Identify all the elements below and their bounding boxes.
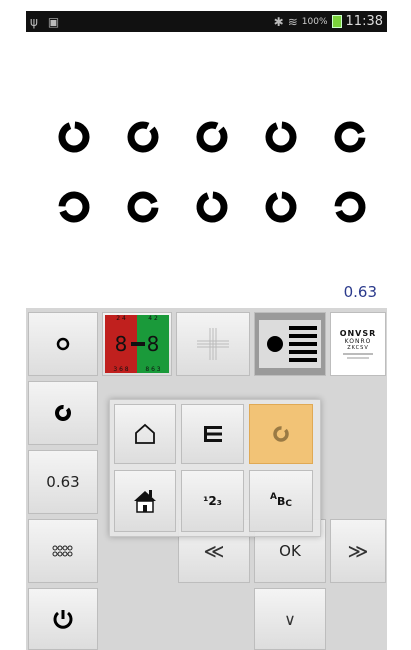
- red-top-digits: 2 4: [116, 315, 126, 322]
- previous-arrow-icon: ≪: [203, 539, 225, 563]
- red-green-test-tile[interactable]: 2 4 8 3 6 8 4 2 8 8 6 3: [102, 312, 172, 376]
- home-icon: [135, 423, 155, 444]
- letter-row-5: [347, 357, 369, 359]
- children-pictures-button[interactable]: [114, 470, 176, 532]
- letters-icon-b: B: [276, 494, 286, 508]
- down-button[interactable]: ∨: [254, 588, 326, 650]
- status-bar: ψ ▣ ✱ ≋ 100% 11:38: [26, 11, 387, 32]
- chevron-down-icon: ∨: [284, 609, 296, 629]
- ring-icon: [55, 405, 71, 421]
- red-digit: 8: [114, 332, 128, 356]
- red-bottom-digits: 3 6 8: [113, 366, 129, 373]
- acuity-button-label: 0.63: [46, 473, 80, 491]
- clock: 11:38: [345, 14, 383, 29]
- green-bottom-digits: 8 6 3: [145, 366, 161, 373]
- letters-icon-a: A: [270, 492, 277, 502]
- battery-icon: [331, 15, 342, 28]
- dot-lines-test-tile[interactable]: [254, 312, 326, 376]
- letter-e-icon: [203, 426, 222, 442]
- green-digit: 8: [146, 332, 160, 356]
- landolt-ring-icon: [265, 191, 297, 223]
- ring-grid-icon: [52, 545, 73, 557]
- cross-test-tile[interactable]: [176, 312, 250, 376]
- acuity-value: 0.63: [343, 283, 377, 301]
- wifi-icon: ≋: [287, 14, 298, 29]
- acuity-button[interactable]: 0.63: [28, 450, 98, 514]
- bluetooth-icon: ✱: [273, 14, 284, 29]
- optotype-ring-tile[interactable]: [28, 312, 98, 376]
- landolt-ring-button[interactable]: [249, 404, 313, 464]
- next-arrow-icon: ≫: [347, 539, 369, 563]
- power-icon: [53, 610, 73, 629]
- multi-ring-button[interactable]: [28, 519, 98, 583]
- landolt-ring-icon: [334, 121, 366, 153]
- letter-row-2: KONRO: [344, 338, 372, 345]
- letters-button[interactable]: A B C: [249, 470, 313, 532]
- next-button[interactable]: ≫: [330, 519, 386, 583]
- battery-percent: 100%: [301, 16, 328, 27]
- red-green-panel: 2 4 8 3 6 8 4 2 8 8 6 3: [105, 315, 169, 373]
- letter-row-1: ONVSR: [339, 329, 377, 338]
- image-notification-icon: ▣: [47, 14, 60, 29]
- ring-optotype-button[interactable]: [28, 381, 98, 445]
- landolt-ring-icon: [196, 121, 228, 153]
- landolt-ring-icon: [334, 191, 366, 223]
- cross-icon: [197, 328, 229, 360]
- letter-row-4: [343, 353, 373, 355]
- numbers-icon: ¹2₃: [203, 494, 222, 508]
- landolt-chart: 0.63: [26, 32, 387, 308]
- numbers-button[interactable]: ¹2₃: [181, 470, 244, 532]
- house-picture-icon: [134, 490, 156, 513]
- center-bar: [131, 342, 145, 346]
- green-top-digits: 4 2: [148, 315, 158, 322]
- home-button[interactable]: [114, 404, 176, 464]
- landolt-ring-icon: [265, 121, 297, 153]
- landolt-ring-icon: [127, 121, 159, 153]
- landolt-ring-icon: [58, 121, 90, 153]
- landolt-ring-icon: [58, 191, 90, 223]
- letter-chart-tile[interactable]: ONVSR KONRO ZKCSV: [330, 312, 386, 376]
- ring-icon: [273, 426, 289, 442]
- letters-icon-c: C: [285, 499, 292, 509]
- ok-label: OK: [279, 542, 301, 560]
- usb-icon: ψ: [30, 14, 38, 29]
- landolt-ring-icon: [127, 191, 159, 223]
- power-button[interactable]: [28, 588, 98, 650]
- tumbling-e-button[interactable]: [181, 404, 244, 464]
- small-ring-icon: [56, 337, 70, 351]
- dot-and-lines-icon: [259, 320, 321, 368]
- letter-row-3: ZKCSV: [347, 345, 369, 351]
- landolt-ring-icon: [196, 191, 228, 223]
